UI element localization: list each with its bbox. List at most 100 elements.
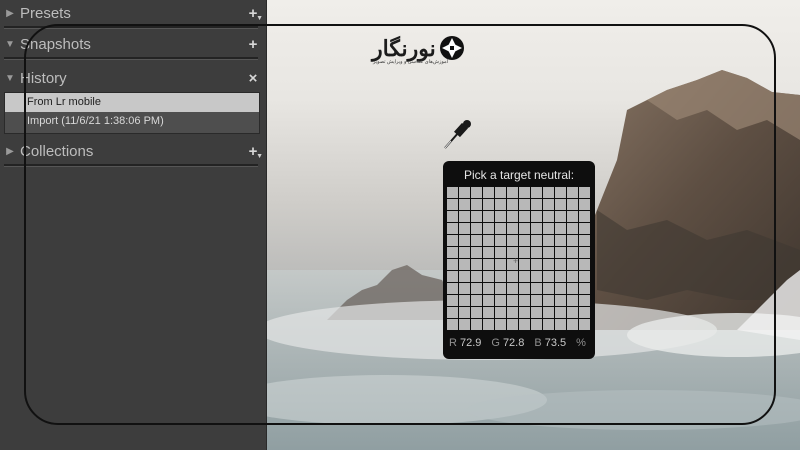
loupe-cell (507, 295, 518, 306)
loupe-cell (531, 187, 542, 198)
loupe-cell (579, 199, 590, 210)
loupe-cell (555, 187, 566, 198)
percent-unit: % (576, 337, 586, 349)
loupe-cell (543, 283, 554, 294)
loupe-cell (495, 307, 506, 318)
loupe-cell (447, 187, 458, 198)
loupe-cell (579, 187, 590, 198)
loupe-cell (447, 259, 458, 270)
loupe-cell (579, 211, 590, 222)
loupe-cell (579, 295, 590, 306)
loupe-cell (531, 235, 542, 246)
loupe-cell (555, 259, 566, 270)
picker-title: Pick a target neutral: (463, 168, 575, 182)
loupe-cell (447, 307, 458, 318)
loupe-cell (555, 283, 566, 294)
loupe-cell (471, 271, 482, 282)
loupe-cell (555, 319, 566, 330)
target-neutral-picker: Pick a target neutral: + R 72.9 G 72.8 B… (443, 161, 595, 359)
loupe-cell (519, 259, 530, 270)
loupe-cell (519, 247, 530, 258)
loupe-cell (483, 223, 494, 234)
loupe-cell (459, 187, 470, 198)
loupe-cell (483, 259, 494, 270)
history-item[interactable]: From Lr mobile (5, 93, 259, 112)
loupe-cell (447, 283, 458, 294)
crosshair-icon: + (513, 256, 519, 266)
add-preset-button[interactable]: + ▼ (240, 5, 266, 22)
loupe-cell (567, 259, 578, 270)
loupe-cell (531, 307, 542, 318)
presets-section-header[interactable]: ▶ Presets + ▼ (0, 1, 266, 25)
loupe-cell (567, 283, 578, 294)
loupe-cell (471, 283, 482, 294)
loupe-cell (531, 271, 542, 282)
snapshots-section-header[interactable]: ▼ Snapshots + (0, 32, 266, 56)
loupe-cell (555, 223, 566, 234)
logo-subtitle: آموزش‌های عکاسی و ویرایش تصویر (373, 59, 449, 65)
loupe-cell (519, 211, 530, 222)
collections-section-header[interactable]: ▶ Collections + ▼ (0, 139, 266, 163)
loupe-cell (543, 295, 554, 306)
history-section-header[interactable]: ▼ History × (0, 66, 266, 90)
loupe-cell (543, 271, 554, 282)
loupe-cell (483, 283, 494, 294)
add-collection-button[interactable]: + ▼ (240, 143, 266, 160)
loupe-cell (579, 307, 590, 318)
loupe-cell (531, 223, 542, 234)
loupe-cell (531, 199, 542, 210)
history-item[interactable]: Import (11/6/21 1:38:06 PM) (5, 112, 259, 131)
loupe-cell (519, 199, 530, 210)
loupe-cell (543, 211, 554, 222)
loupe-cell (483, 199, 494, 210)
loupe-cell (567, 223, 578, 234)
loupe-cell (519, 235, 530, 246)
loupe-cell (519, 319, 530, 330)
loupe-cell (471, 211, 482, 222)
loupe-cell (531, 295, 542, 306)
triangle-right-icon[interactable]: ▶ (0, 146, 20, 157)
loupe-cell (555, 235, 566, 246)
loupe-cell (459, 259, 470, 270)
add-snapshot-button[interactable]: + (240, 36, 266, 53)
loupe-cell (555, 307, 566, 318)
close-icon: × (248, 69, 258, 87)
loupe-cell (471, 199, 482, 210)
loupe-cell (543, 187, 554, 198)
clear-history-button[interactable]: × (240, 70, 266, 87)
loupe-cell (471, 235, 482, 246)
loupe-cell (447, 319, 458, 330)
loupe-cell (507, 283, 518, 294)
loupe-cell (471, 259, 482, 270)
triangle-right-icon[interactable]: ▶ (0, 8, 20, 19)
loupe-cell (531, 319, 542, 330)
triangle-down-icon[interactable]: ▼ (0, 39, 20, 50)
loupe-cell (495, 187, 506, 198)
loupe-cell (555, 247, 566, 258)
loupe-cell (579, 271, 590, 282)
loupe-cell (447, 223, 458, 234)
loupe-cell (579, 235, 590, 246)
loupe-cell (447, 247, 458, 258)
loupe-cell (579, 223, 590, 234)
loupe-cell (567, 271, 578, 282)
loupe-cell (471, 307, 482, 318)
presets-title: Presets (20, 4, 71, 22)
loupe-cell (495, 211, 506, 222)
triangle-down-icon[interactable]: ▼ (0, 73, 20, 84)
loupe-cell (495, 295, 506, 306)
loupe-cell (459, 307, 470, 318)
loupe-cell (543, 307, 554, 318)
loupe-cell (579, 247, 590, 258)
loupe-cell (531, 247, 542, 258)
loupe-cell (567, 247, 578, 258)
rgb-readout: R 72.9 G 72.8 B 73.5 % (449, 337, 589, 349)
loupe-cell (507, 211, 518, 222)
section-divider (4, 57, 258, 60)
loupe-cell (459, 295, 470, 306)
loupe-cell (459, 319, 470, 330)
loupe-cell (531, 283, 542, 294)
loupe-cell (543, 223, 554, 234)
pixel-loupe-grid (447, 187, 590, 330)
loupe-cell (483, 235, 494, 246)
